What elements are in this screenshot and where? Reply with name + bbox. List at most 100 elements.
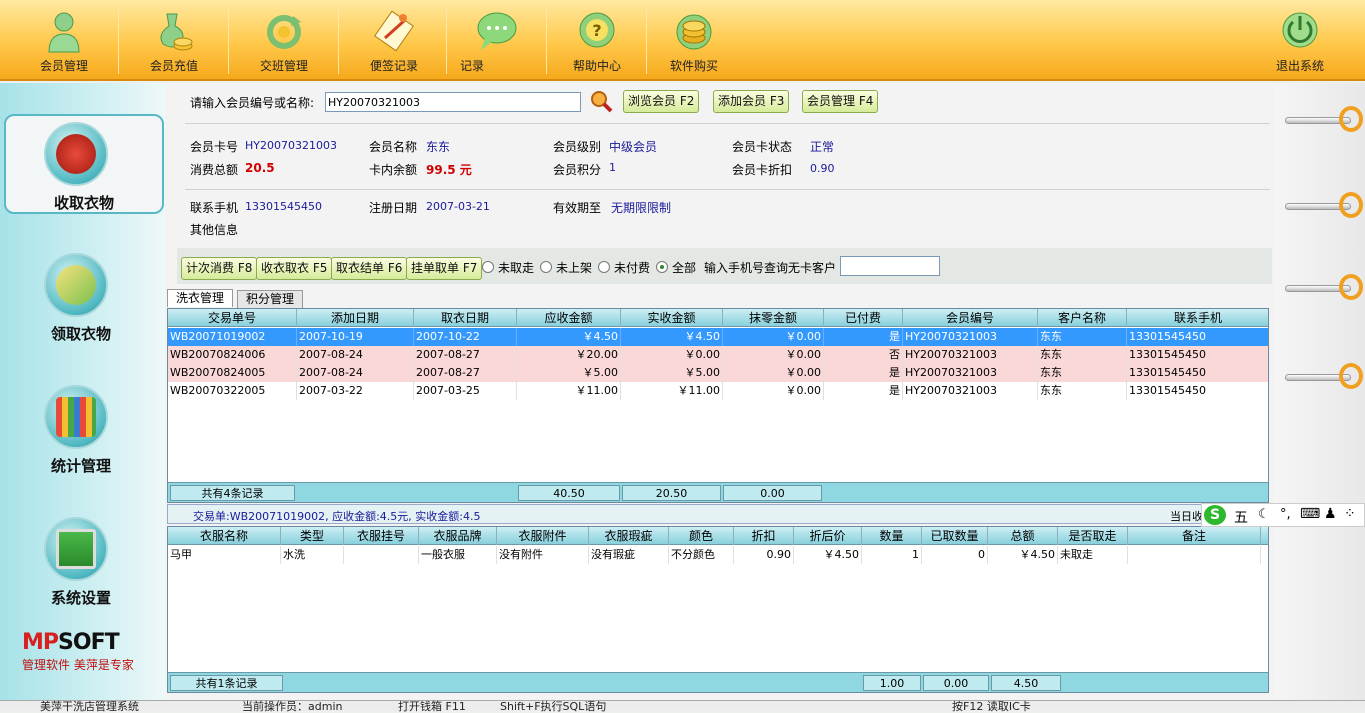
item-col-header[interactable]: 类型 <box>281 527 344 545</box>
ime-moon-icon[interactable]: ☾ <box>1258 507 1270 522</box>
order-cell: ￥0.00 <box>723 328 824 346</box>
order-cell: HY20070321003 <box>903 364 1038 382</box>
item-col-header[interactable]: 衣服瑕疵 <box>589 527 669 545</box>
order-cell: 2007-03-25 <box>414 382 517 400</box>
nav-shift-management[interactable]: 交班管理 <box>230 0 338 81</box>
sogou-ime-icon[interactable]: S <box>1204 505 1226 525</box>
status-bar: 美萍干洗店管理系统 当前操作员：admin 打开钱箱 F11 Shift+F执行… <box>0 700 1365 713</box>
radio-all[interactable] <box>656 261 668 273</box>
items-total-qty: 1.00 <box>863 675 921 691</box>
order-col-header[interactable]: 抹零金额 <box>723 309 824 327</box>
order-cell: ￥11.00 <box>517 382 621 400</box>
item-cell: ￥4.50 <box>794 546 862 564</box>
nav-help-center[interactable]: ? 帮助中心 <box>548 0 646 81</box>
tab-laundry-management[interactable]: 洗衣管理 <box>167 289 234 307</box>
nav-exit-system[interactable]: 退出系统 <box>1252 0 1348 81</box>
order-cell: ￥20.00 <box>517 346 621 364</box>
ime-keyboard-icon[interactable]: ⌨ <box>1300 506 1320 522</box>
sidebar-item-system-settings[interactable]: 系统设置 <box>6 511 156 611</box>
search-icon[interactable] <box>589 89 613 113</box>
tab-points-management[interactable]: 积分管理 <box>237 290 304 308</box>
item-col-header[interactable]: 衣服品牌 <box>419 527 497 545</box>
divider <box>546 4 547 74</box>
nav-recharge[interactable]: 会员充值 <box>120 0 228 81</box>
sidebar-item-collect-clothes[interactable]: 收取衣物 <box>4 114 164 214</box>
member-name-value: 东东 <box>426 140 451 154</box>
item-cell: 一般衣服 <box>419 546 497 564</box>
ime-punct-icon[interactable]: °, <box>1280 507 1291 522</box>
nav-label: 交班管理 <box>259 59 308 73</box>
orders-table-footer: 共有4条记录 40.50 20.50 0.00 <box>168 482 1268 502</box>
item-col-header[interactable]: 备注 <box>1128 527 1261 545</box>
sidebar-item-label: 统计管理 <box>50 457 111 475</box>
order-col-header[interactable]: 已付费 <box>824 309 903 327</box>
ime-toolbar[interactable]: S 五 ☾ °, ⌨ ♟ ⁘ <box>1201 503 1365 527</box>
checkout-order-button[interactable]: 取衣结单 F6 <box>331 257 408 280</box>
ime-user-icon[interactable]: ♟ <box>1324 506 1337 522</box>
order-col-header[interactable]: 联系手机 <box>1127 309 1268 327</box>
order-col-header[interactable]: 取衣日期 <box>414 309 517 327</box>
item-col-header[interactable]: 颜色 <box>669 527 734 545</box>
radio-not-shelved[interactable] <box>540 261 552 273</box>
nav-member-management[interactable]: 会员管理 <box>10 0 118 81</box>
item-col-header[interactable]: 是否取走 <box>1058 527 1128 545</box>
item-col-header[interactable]: 总额 <box>988 527 1058 545</box>
power-icon <box>1282 12 1318 48</box>
expire-value: 无期限限制 <box>611 201 672 215</box>
add-member-button[interactable]: 添加会员 F3 <box>713 90 790 113</box>
sidebar-item-label: 系统设置 <box>50 589 111 607</box>
sidebar-item-pickup-clothes[interactable]: 领取衣物 <box>6 247 156 347</box>
nav-records[interactable]: 记录 <box>448 0 544 81</box>
right-binder-panel <box>1275 83 1365 700</box>
order-cell: 2007-08-27 <box>414 364 517 382</box>
card-balance-label: 卡内余额 <box>369 163 418 177</box>
card-status-value: 正常 <box>810 140 835 154</box>
radio-unpaid[interactable] <box>598 261 610 273</box>
coat-icon <box>44 122 108 186</box>
order-col-header[interactable]: 交易单号 <box>168 309 297 327</box>
item-col-header[interactable]: 折后价 <box>794 527 862 545</box>
member-level-value: 中级会员 <box>609 140 658 154</box>
sidebar-item-statistics[interactable]: 统计管理 <box>6 379 156 479</box>
main-panel: 请输入会员编号或名称: 浏览会员 F2 添加会员 F3 会员管理 F4 会员卡号… <box>165 83 1275 700</box>
order-col-header[interactable]: 应收金额 <box>517 309 621 327</box>
order-col-header[interactable]: 会员编号 <box>903 309 1038 327</box>
order-col-header[interactable]: 添加日期 <box>297 309 414 327</box>
order-row[interactable]: WB20071019002 2007-10-19 2007-10-22 ￥4.50 ￥4… <box>168 328 1268 346</box>
radio-not-taken[interactable] <box>482 261 494 273</box>
item-cell: 没有附件 <box>497 546 589 564</box>
order-col-header[interactable]: 客户名称 <box>1038 309 1127 327</box>
hang-order-button[interactable]: 挂单取单 F7 <box>406 257 483 280</box>
item-cell: 1 <box>862 546 922 564</box>
order-row[interactable]: WB20070322005 2007-03-22 2007-03-25 ￥11.00 ￥… <box>168 382 1268 400</box>
phone-query-input[interactable] <box>840 256 940 276</box>
nav-buy-software[interactable]: 软件购买 <box>648 0 740 81</box>
order-cell: 2007-10-19 <box>297 328 414 346</box>
member-search-input[interactable] <box>325 92 581 112</box>
count-consume-button[interactable]: 计次消费 F8 <box>181 257 258 280</box>
item-col-header[interactable]: 折扣 <box>734 527 794 545</box>
logo-mp: MP <box>22 630 59 655</box>
browse-member-button[interactable]: 浏览会员 F2 <box>623 90 700 113</box>
item-col-header[interactable]: 衣服挂号 <box>344 527 419 545</box>
item-col-header[interactable]: 衣服名称 <box>168 527 281 545</box>
nav-label: 记录 <box>460 59 485 73</box>
divider <box>446 4 447 74</box>
item-col-header[interactable]: 已取数量 <box>922 527 988 545</box>
collect-clothes-button[interactable]: 收衣取衣 F5 <box>256 257 333 280</box>
item-row[interactable]: 马甲 水洗 一般衣服 没有附件 没有瑕疵 不分颜色 0.90 ￥4.50 1 0 ￥4.50 未取走 <box>168 546 1268 564</box>
divider <box>185 189 1270 190</box>
ime-mode[interactable]: 五 <box>1234 507 1248 527</box>
order-row[interactable]: WB20070824005 2007-08-24 2007-08-27 ￥5.00 ￥5… <box>168 364 1268 382</box>
order-row[interactable]: WB20070824006 2007-08-24 2007-08-27 ￥20.00 ￥… <box>168 346 1268 364</box>
total-spent-label: 消费总额 <box>190 163 239 177</box>
manage-member-button[interactable]: 会员管理 F4 <box>802 90 879 113</box>
item-cell: 没有瑕疵 <box>589 546 669 564</box>
item-col-header[interactable]: 衣服附件 <box>497 527 589 545</box>
order-cell: ￥0.00 <box>621 346 723 364</box>
item-col-header[interactable]: 数量 <box>862 527 922 545</box>
items-total-amount: 4.50 <box>991 675 1061 691</box>
ime-menu-icon[interactable]: ⁘ <box>1344 506 1356 522</box>
nav-notes[interactable]: 便签记录 <box>340 0 448 81</box>
order-col-header[interactable]: 实收金额 <box>621 309 723 327</box>
